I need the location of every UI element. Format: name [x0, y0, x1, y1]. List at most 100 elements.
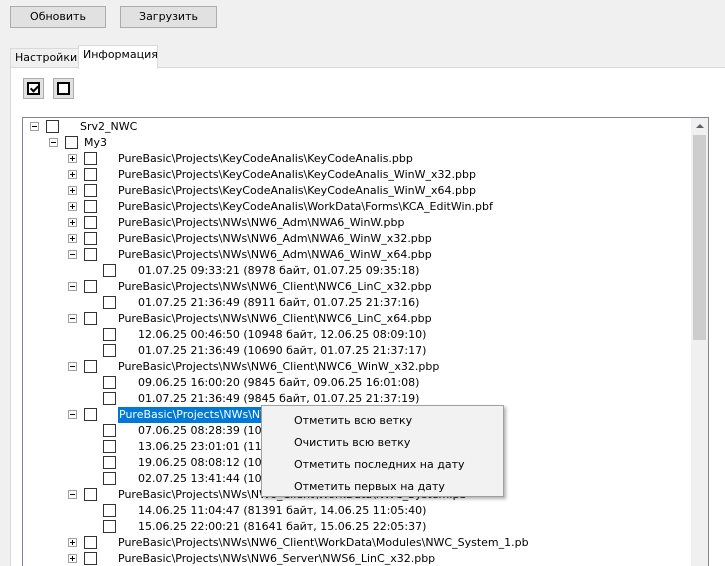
tree-node-label: PureBasic\Projects\NWs\NW6_Adm\NWA6_WinW…: [118, 232, 432, 245]
collapse-minus-icon[interactable]: [68, 250, 77, 259]
tree-node-checkbox[interactable]: [103, 440, 116, 453]
collapse-minus-icon[interactable]: [68, 410, 77, 419]
tree-node[interactable]: My3: [23, 135, 693, 151]
expand-plus-icon[interactable]: [68, 202, 77, 211]
tree-node-label: PureBasic\Projects\NWs\NW6_Client\NWC6_W…: [118, 360, 440, 373]
tree-node-checkbox[interactable]: [103, 392, 116, 405]
expand-plus-icon[interactable]: [68, 538, 77, 547]
tree-node[interactable]: PureBasic\Projects\KeyCodeAnalis\KeyCode…: [23, 167, 693, 183]
tree-node[interactable]: 01.07.25 21:36:49 (8911 байт, 01.07.25 2…: [23, 295, 693, 311]
collapse-minus-icon[interactable]: [68, 282, 77, 291]
tree-node[interactable]: PureBasic\Projects\NWs\NW6_Adm\NWA6_WinW…: [23, 215, 693, 231]
tree-node-checkbox[interactable]: [103, 424, 116, 437]
tree-node-checkbox[interactable]: [103, 344, 116, 357]
tree-node-label: PureBasic\Projects\NWs\NW6_Client\WorkDa…: [118, 536, 529, 549]
tree-node-checkbox[interactable]: [84, 408, 97, 421]
tree-node[interactable]: PureBasic\Projects\NWs\NW6_Client\WorkDa…: [23, 535, 693, 551]
tree-node[interactable]: 09.06.25 16:00:20 (9845 байт, 09.06.25 1…: [23, 375, 693, 391]
file-tree[interactable]: Srv2_NWC My3 PureBasic\Projects\KeyCodeAna…: [22, 117, 709, 566]
tree-node[interactable]: PureBasic\Projects\KeyCodeAnalis\KeyCode…: [23, 183, 693, 199]
context-menu: Отметить всю ветку Очистить всю ветку От…: [261, 405, 504, 497]
expand-plus-icon[interactable]: [68, 186, 77, 195]
tree-node[interactable]: Srv2_NWC: [23, 119, 693, 135]
tree-node-checkbox[interactable]: [84, 168, 97, 181]
tree-node-label: 15.06.25 22:00:21 (81641 байт, 15.06.25 …: [138, 520, 427, 533]
tree-node-checkbox[interactable]: [84, 152, 97, 165]
tree-node-checkbox[interactable]: [103, 328, 116, 341]
tree-node-label: PureBasic\Projects\NWs\NW6_Server\NWS6_L…: [118, 552, 436, 565]
expand-plus-icon[interactable]: [68, 170, 77, 179]
tree-node[interactable]: 12.06.25 00:46:50 (10948 байт, 12.06.25 …: [23, 327, 693, 343]
tree-node-checkbox[interactable]: [65, 136, 78, 149]
tree-node-label: PureBasic\Projects\NWs\NW6_Client\NWC6_L…: [118, 312, 432, 325]
tree-node-checkbox[interactable]: [103, 376, 116, 389]
tree-node[interactable]: PureBasic\Projects\NWs\NW6_Server\NWS6_L…: [23, 551, 693, 566]
tree-node[interactable]: 01.07.25 21:36:49 (10690 байт, 01.07.25 …: [23, 343, 693, 359]
tree-node-label: 01.07.25 21:36:49 (8911 байт, 01.07.25 2…: [138, 296, 420, 309]
tree-node-checkbox[interactable]: [84, 280, 97, 293]
expand-plus-icon[interactable]: [68, 218, 77, 227]
tree-node-label: PureBasic\Projects\KeyCodeAnalis\KeyCode…: [118, 184, 476, 197]
tree-node[interactable]: PureBasic\Projects\KeyCodeAnalis\WorkDat…: [23, 199, 693, 215]
menu-item-check-first-by-date[interactable]: Отметить первых на дату: [263, 476, 502, 498]
collapse-minus-icon[interactable]: [68, 314, 77, 323]
tree-node-label: PureBasic\Projects\NWs\NW6_Adm\NWA6_WinW…: [118, 216, 405, 229]
tree-node-checkbox[interactable]: [103, 520, 116, 533]
tree-node-checkbox[interactable]: [84, 232, 97, 245]
tree-node-label: PureBasic\Projects\KeyCodeAnalis\WorkDat…: [118, 200, 493, 213]
tree-node-label: 09.06.25 16:00:20 (9845 байт, 09.06.25 1…: [138, 376, 420, 389]
tree-node[interactable]: PureBasic\Projects\NWs\NW6_Adm\NWA6_WinW…: [23, 231, 693, 247]
tree-node-label: 14.06.25 11:04:47 (81391 байт, 14.06.25 …: [138, 504, 427, 517]
menu-item-clear-branch[interactable]: Очистить всю ветку: [263, 432, 502, 454]
menu-item-check-branch[interactable]: Отметить всю ветку: [263, 410, 502, 432]
menu-item-check-latest-by-date[interactable]: Отметить последних на дату: [263, 454, 502, 476]
tree-node-checkbox[interactable]: [84, 216, 97, 229]
tree-node-checkbox[interactable]: [103, 472, 116, 485]
tab-info[interactable]: Информация: [78, 45, 158, 69]
tree-node-label: 01.07.25 21:36:49 (10690 байт, 01.07.25 …: [138, 344, 427, 357]
tree-node-checkbox[interactable]: [84, 200, 97, 213]
collapse-minus-icon[interactable]: [49, 138, 58, 147]
refresh-button[interactable]: Обновить: [10, 6, 106, 28]
tree-node-checkbox[interactable]: [103, 296, 116, 309]
tree-node-label: PureBasic\Projects\NWs\NW6_Client\NWC6_L…: [118, 280, 432, 293]
load-button[interactable]: Загрузить: [120, 6, 217, 28]
tree-node[interactable]: 14.06.25 11:04:47 (81391 байт, 14.06.25 …: [23, 503, 693, 519]
checked-checkbox-icon: [27, 82, 40, 95]
tree-node-checkbox[interactable]: [84, 536, 97, 549]
tree-node[interactable]: PureBasic\Projects\KeyCodeAnalis\KeyCode…: [23, 151, 693, 167]
tree-node[interactable]: PureBasic\Projects\NWs\NW6_Client\NWC6_W…: [23, 359, 693, 375]
tree-node[interactable]: PureBasic\Projects\NWs\NW6_Adm\NWA6_WinW…: [23, 247, 693, 263]
tree-node-label: PureBasic\Projects\KeyCodeAnalis\KeyCode…: [118, 168, 476, 181]
tree-node-checkbox[interactable]: [84, 552, 97, 565]
collapse-minus-icon[interactable]: [68, 490, 77, 499]
collapse-minus-icon[interactable]: [68, 362, 77, 371]
tree-node[interactable]: 15.06.25 22:00:21 (81641 байт, 15.06.25 …: [23, 519, 693, 535]
expand-plus-icon[interactable]: [68, 554, 77, 563]
tree-node-label: My3: [84, 136, 107, 149]
tree-node-checkbox[interactable]: [84, 248, 97, 261]
scroll-up-arrow-icon[interactable]: [691, 118, 708, 135]
tree-node-checkbox[interactable]: [103, 456, 116, 469]
expand-plus-icon[interactable]: [68, 154, 77, 163]
tree-node-checkbox[interactable]: [84, 312, 97, 325]
expand-plus-icon[interactable]: [68, 234, 77, 243]
tree-node-label: 12.06.25 00:46:50 (10948 байт, 12.06.25 …: [138, 328, 427, 341]
scroll-thumb[interactable]: [693, 135, 706, 340]
tree-node-checkbox[interactable]: [46, 120, 59, 133]
collapse-minus-icon[interactable]: [30, 122, 39, 131]
tab-settings[interactable]: Настройки: [10, 48, 79, 68]
tree-node-checkbox[interactable]: [84, 360, 97, 373]
vertical-scrollbar[interactable]: [691, 118, 708, 566]
tree-node-checkbox[interactable]: [84, 488, 97, 501]
check-all-button[interactable]: [23, 78, 44, 99]
unchecked-checkbox-icon: [57, 82, 70, 95]
tree-node-checkbox[interactable]: [84, 184, 97, 197]
tree-node[interactable]: 01.07.25 09:33:21 (8978 байт, 01.07.25 0…: [23, 263, 693, 279]
tree-node-label: Srv2_NWC: [80, 120, 138, 133]
tree-node-checkbox[interactable]: [103, 504, 116, 517]
tree-node[interactable]: PureBasic\Projects\NWs\NW6_Client\NWC6_L…: [23, 279, 693, 295]
tree-node[interactable]: PureBasic\Projects\NWs\NW6_Client\NWC6_L…: [23, 311, 693, 327]
tree-node-checkbox[interactable]: [103, 264, 116, 277]
uncheck-all-button[interactable]: [53, 78, 74, 99]
